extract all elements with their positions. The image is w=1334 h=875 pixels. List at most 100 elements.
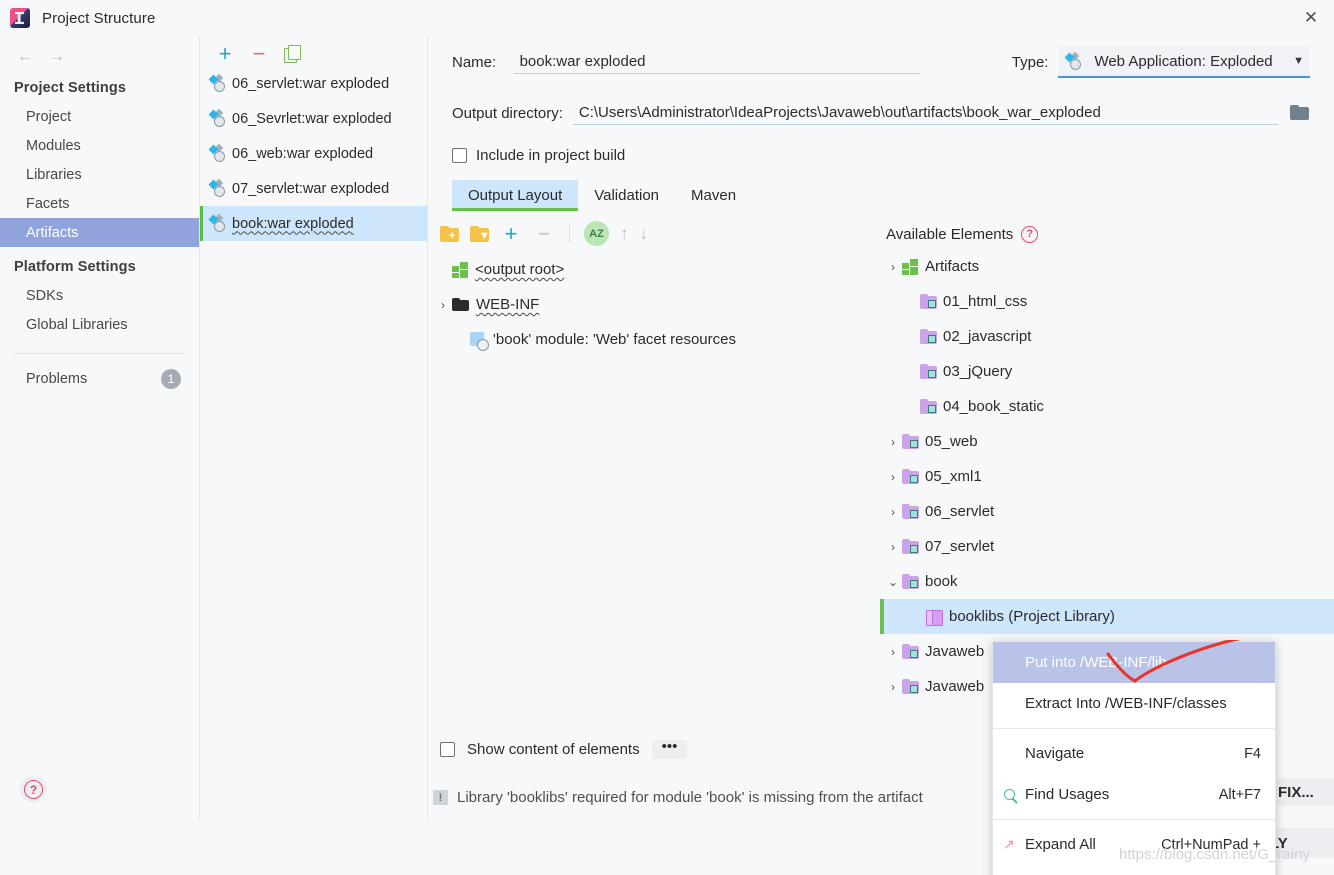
available-row-module[interactable]: › 07_servlet bbox=[880, 529, 1334, 564]
output-directory-input[interactable] bbox=[572, 101, 1278, 125]
available-row-module[interactable]: › 05_web bbox=[880, 424, 1334, 459]
tree-row-output-root[interactable]: <output root> bbox=[428, 252, 880, 287]
tree-row-web-inf[interactable]: › WEB-INF bbox=[428, 287, 880, 322]
sidebar-item-global-libraries[interactable]: Global Libraries bbox=[0, 310, 199, 339]
folder-archive-icon[interactable]: ▼ bbox=[470, 225, 490, 242]
artifact-list-item[interactable]: 06_Sevrlet:war exploded bbox=[200, 101, 427, 136]
artifact-type-dropdown[interactable]: Web Application: Exploded ▼ bbox=[1058, 46, 1311, 78]
available-elements-title: Available Elements bbox=[886, 225, 1014, 243]
tab-validation[interactable]: Validation bbox=[578, 180, 675, 211]
war-exploded-icon bbox=[208, 143, 227, 162]
chevron-right-icon[interactable]: › bbox=[884, 540, 902, 554]
available-row-label: 05_xml1 bbox=[925, 468, 982, 485]
sidebar-item-facets[interactable]: Facets bbox=[0, 189, 199, 218]
more-options-button[interactable]: ••• bbox=[651, 739, 688, 759]
folder-add-icon[interactable]: + bbox=[440, 225, 459, 242]
chevron-right-icon[interactable]: › bbox=[884, 260, 902, 274]
chevron-right-icon[interactable]: › bbox=[884, 505, 902, 519]
available-row-module[interactable]: › 05_xml1 bbox=[880, 459, 1334, 494]
module-icon bbox=[902, 504, 919, 519]
menu-item-label: Navigate bbox=[1025, 745, 1085, 762]
arrow-up-icon[interactable]: ↑ bbox=[620, 224, 629, 244]
available-row-artifacts[interactable]: › Artifacts bbox=[880, 249, 1334, 284]
include-in-build-row[interactable]: Include in project build bbox=[428, 138, 1334, 172]
sidebar-item-problems[interactable]: Problems 1 bbox=[0, 362, 199, 396]
show-content-checkbox[interactable] bbox=[440, 742, 455, 757]
show-content-label: Show content of elements bbox=[467, 741, 640, 758]
sidebar-item-project[interactable]: Project bbox=[0, 102, 199, 131]
available-row-module[interactable]: 03_jQuery bbox=[880, 354, 1334, 389]
copy-artifact-button[interactable] bbox=[282, 43, 304, 65]
available-row-module[interactable]: 04_book_static bbox=[880, 389, 1334, 424]
fix-button[interactable]: FIX... bbox=[1272, 778, 1334, 806]
chevron-right-icon[interactable]: › bbox=[884, 470, 902, 484]
war-exploded-icon bbox=[208, 73, 227, 92]
tab-output-layout[interactable]: Output Layout bbox=[452, 180, 579, 211]
include-in-build-checkbox[interactable] bbox=[452, 147, 467, 163]
artifact-name-input[interactable] bbox=[513, 50, 920, 74]
add-artifact-button[interactable]: + bbox=[214, 43, 236, 65]
remove-artifact-button[interactable]: − bbox=[248, 43, 270, 65]
artifact-type-value: Web Application: Exploded bbox=[1094, 52, 1273, 70]
artifact-label: 06_servlet:war exploded bbox=[232, 75, 390, 92]
available-row-module[interactable]: › 06_servlet bbox=[880, 494, 1334, 529]
artifact-list-item[interactable]: 06_web:war exploded bbox=[200, 136, 427, 171]
add-element-button[interactable]: + bbox=[500, 222, 522, 245]
library-icon bbox=[926, 609, 943, 626]
folder-browse-icon[interactable] bbox=[1290, 105, 1310, 121]
arrow-down-icon[interactable]: ↓ bbox=[640, 224, 649, 244]
available-row-module[interactable]: 01_html_css bbox=[880, 284, 1334, 319]
available-row-book[interactable]: ⌄ book bbox=[880, 564, 1334, 599]
output-layout-tree: <output root> › WEB-INF 'book' module: '… bbox=[428, 246, 880, 357]
menu-item-shortcut: Alt+F7 bbox=[1218, 786, 1261, 803]
facet-resources-icon bbox=[470, 331, 489, 351]
sidebar-item-libraries[interactable]: Libraries bbox=[0, 160, 199, 189]
module-icon bbox=[902, 574, 919, 589]
chevron-right-icon[interactable]: › bbox=[884, 435, 902, 449]
available-row-booklibs-selected[interactable]: booklibs (Project Library) bbox=[880, 599, 1334, 634]
help-icon[interactable]: ? bbox=[1021, 225, 1039, 243]
chevron-right-icon[interactable]: › bbox=[884, 680, 902, 694]
menu-item-extract-into-classes[interactable]: Extract Into /WEB-INF/classes bbox=[993, 683, 1275, 724]
chevron-right-icon[interactable]: › bbox=[884, 645, 902, 659]
output-directory-label: Output directory: bbox=[452, 104, 563, 122]
menu-item-navigate[interactable]: Navigate F4 bbox=[993, 733, 1275, 774]
artifact-label: 07_servlet:war exploded bbox=[232, 180, 390, 197]
tab-maven[interactable]: Maven bbox=[675, 180, 752, 211]
module-icon bbox=[920, 364, 937, 379]
chevron-right-icon[interactable]: › bbox=[434, 298, 452, 312]
remove-element-button[interactable]: − bbox=[533, 222, 555, 245]
module-icon bbox=[902, 539, 919, 554]
sort-button[interactable]: AZ bbox=[584, 221, 609, 246]
arrow-left-icon[interactable]: ← bbox=[14, 46, 36, 68]
artifact-problem-message: ! Library 'booklibs' required for module… bbox=[433, 789, 923, 806]
tree-row-facet-resources[interactable]: 'book' module: 'Web' facet resources bbox=[428, 322, 880, 357]
sidebar-item-modules[interactable]: Modules bbox=[0, 131, 199, 160]
menu-item-find-usages[interactable]: Find Usages Alt+F7 bbox=[993, 774, 1275, 815]
available-row-label: Artifacts bbox=[925, 258, 980, 275]
arrow-right-icon[interactable]: → bbox=[46, 46, 68, 68]
menu-item-collapse-all[interactable]: ↙ Collapse All Ctrl+NumPad - bbox=[993, 865, 1275, 875]
artifact-label: 06_web:war exploded bbox=[232, 145, 374, 162]
artifact-list-item[interactable]: 06_servlet:war exploded bbox=[200, 66, 427, 101]
sidebar-item-label: Artifacts bbox=[26, 224, 79, 241]
close-icon[interactable]: ✕ bbox=[1288, 0, 1334, 36]
folder-icon bbox=[452, 298, 469, 311]
help-button[interactable]: ? bbox=[20, 776, 47, 803]
chevron-down-icon[interactable]: ⌄ bbox=[884, 575, 902, 589]
output-layout-toolbar: + ▼ + − AZ ↑ ↓ bbox=[428, 213, 880, 246]
artifact-list-item[interactable]: 07_servlet:war exploded bbox=[200, 171, 427, 206]
available-row-label: 02_javascript bbox=[943, 328, 1032, 345]
war-exploded-icon bbox=[208, 108, 227, 127]
menu-item-put-into-web-inf-lib[interactable]: Put into /WEB-INF/lib bbox=[993, 642, 1275, 683]
artifact-list-item-selected[interactable]: book:war exploded bbox=[200, 206, 427, 241]
available-row-module[interactable]: 02_javascript bbox=[880, 319, 1334, 354]
output-layout-column: + ▼ + − AZ ↑ ↓ <output root> › WEB-INF '… bbox=[428, 213, 880, 704]
menu-item-shortcut: F4 bbox=[1244, 745, 1261, 762]
available-row-label: book bbox=[925, 573, 958, 590]
sidebar-item-sdks[interactable]: SDKs bbox=[0, 281, 199, 310]
sidebar-item-artifacts[interactable]: Artifacts bbox=[0, 218, 199, 247]
menu-item-expand-all[interactable]: ↗ Expand All Ctrl+NumPad + bbox=[993, 824, 1275, 865]
available-row-label: 06_servlet bbox=[925, 503, 995, 520]
war-exploded-icon bbox=[208, 213, 227, 232]
